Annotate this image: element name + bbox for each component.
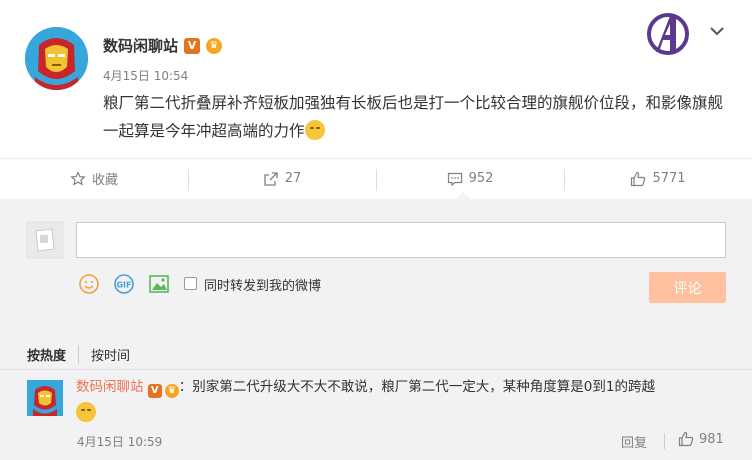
repost-checkbox[interactable] xyxy=(184,277,197,290)
smile-icon[interactable] xyxy=(78,273,100,295)
verified-icon[interactable]: V xyxy=(147,384,162,398)
comment-author-name[interactable]: 数码闲聊站 xyxy=(76,379,144,395)
reply-button[interactable]: 回复 xyxy=(621,432,647,451)
comment-panel: GIF 同时转发到我的微博 评论 按热度 按时间 数码闲聊站 V ♛ ：别家第二… xyxy=(0,199,752,460)
submit-comment-button[interactable]: 评论 xyxy=(649,272,726,303)
author-name[interactable]: 数码闲聊站 xyxy=(103,35,178,56)
divider xyxy=(0,369,752,370)
like-count: 5771 xyxy=(652,171,686,186)
tab-sort-hot[interactable]: 按热度 xyxy=(27,345,80,364)
comment-like-button[interactable]: 981 xyxy=(678,431,724,447)
favorite-button[interactable]: 收藏 xyxy=(0,159,188,198)
member-crown-icon[interactable]: ♛ xyxy=(164,384,179,398)
post-timestamp[interactable]: 4月15日 10:54 xyxy=(103,67,188,84)
repost-count: 27 xyxy=(284,171,302,186)
smile-emoji-icon xyxy=(304,120,325,140)
divider xyxy=(664,433,665,449)
verified-icon[interactable]: V xyxy=(184,37,201,54)
comment-panel-caret xyxy=(456,192,470,199)
smile-emoji-icon xyxy=(76,402,96,422)
weibo-post: 数码闲聊站 V ♛ 4月15日 10:54 粮厂第二代折叠屏补齐短板加强独有长板… xyxy=(0,0,752,158)
favorite-label: 收藏 xyxy=(91,173,118,188)
comment-timestamp: 4月15日 10:59 xyxy=(77,435,163,449)
comment-icon xyxy=(447,172,462,186)
comment-text: ：别家第二代升级大不大不敢说，粮厂第二代一定大，某种角度算是0到1的跨越 xyxy=(178,379,655,395)
repost-checkbox-label[interactable]: 同时转发到我的微博 xyxy=(204,275,321,294)
gif-icon[interactable]: GIF xyxy=(113,273,135,295)
thumbs-up-icon xyxy=(631,171,646,186)
comment-author-badges: V ♛ xyxy=(147,384,179,398)
share-icon xyxy=(264,171,278,186)
post-author: 数码闲聊站 V ♛ xyxy=(103,35,223,56)
comment-body: 数码闲聊站 V ♛ ：别家第二代升级大不大不敢说，粮厂第二代一定大，某种角度算是… xyxy=(76,375,736,399)
comment-button[interactable]: 952 xyxy=(376,159,564,198)
image-icon[interactable] xyxy=(148,273,170,295)
comment-input[interactable] xyxy=(76,222,726,258)
post-text: 粮厂第二代折叠屏补齐短板加强独有长板后也是打一个比较合理的旗舰价位段，和影像旗舰… xyxy=(103,89,723,145)
comment-author-avatar[interactable] xyxy=(27,380,63,416)
current-user-avatar[interactable] xyxy=(26,221,64,259)
svg-text:GIF: GIF xyxy=(116,281,131,290)
star-icon xyxy=(70,170,86,186)
post-text-content: 粮厂第二代折叠屏补齐短板加强独有长板后也是打一个比较合理的旗舰价位段，和影像旗舰… xyxy=(103,94,724,140)
thumbs-up-icon xyxy=(678,431,694,447)
tab-sort-time[interactable]: 按时间 xyxy=(91,345,142,364)
avengers-logo-icon xyxy=(647,13,689,55)
comment-count: 952 xyxy=(468,171,494,186)
repost-button[interactable]: 27 xyxy=(188,159,376,198)
comment-sort-tabs: 按热度 按时间 xyxy=(27,345,154,364)
comment-like-count: 981 xyxy=(699,431,724,447)
chevron-down-icon[interactable] xyxy=(708,24,726,38)
post-action-bar: 收藏 27 952 5771 xyxy=(0,158,752,198)
like-button[interactable]: 5771 xyxy=(564,159,752,198)
author-avatar[interactable] xyxy=(25,27,88,90)
member-crown-icon[interactable]: ♛ xyxy=(206,37,223,54)
